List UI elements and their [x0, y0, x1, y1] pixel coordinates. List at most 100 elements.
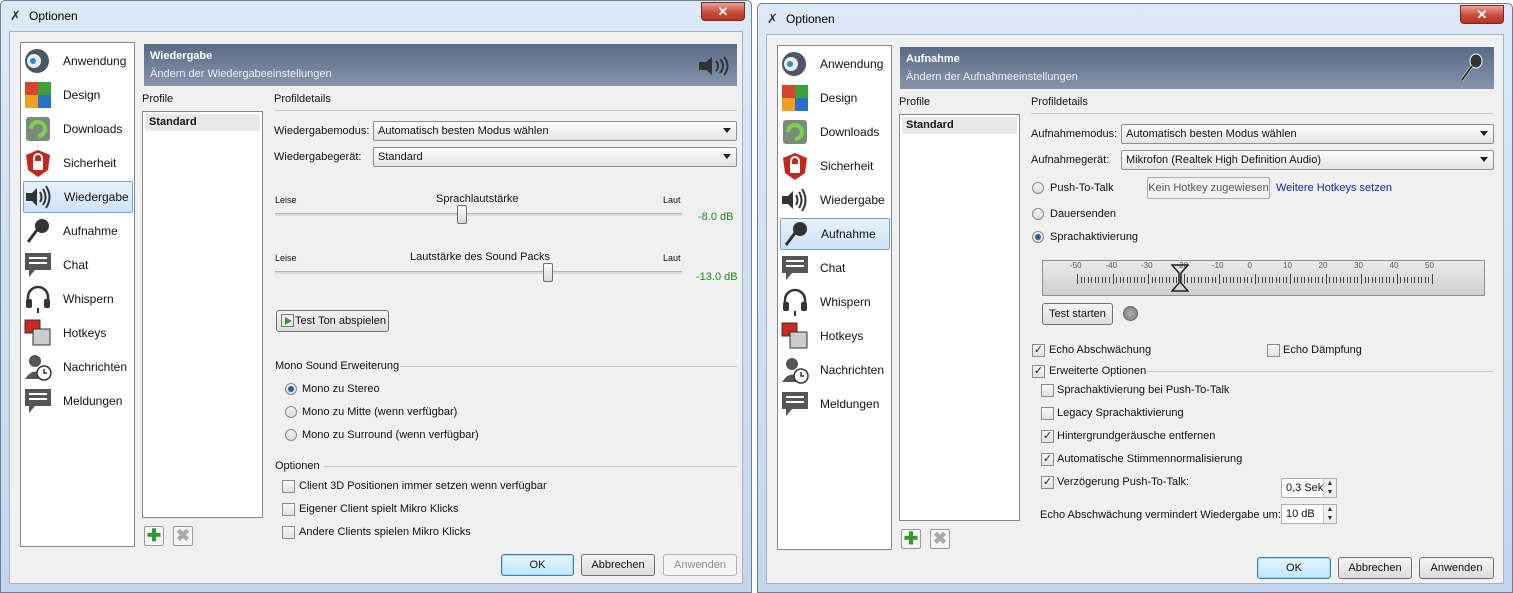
nav-item-design[interactable]: Design: [23, 79, 133, 111]
profile-item[interactable]: Standard: [902, 117, 1017, 134]
profile-list[interactable]: Standard: [899, 114, 1020, 521]
tools-icon: ✗: [10, 8, 21, 23]
assign-hotkey-button[interactable]: Kein Hotkey zugewiesen: [1147, 177, 1270, 199]
spin-arrows-icon[interactable]: ▲ ▼: [1323, 505, 1336, 523]
close-button[interactable]: ✕: [1460, 5, 1504, 24]
meter-tick: [1300, 277, 1302, 283]
voice-activation-meter[interactable]: -50 -40 -30 -20 -10 0 10 20 30 40 50: [1042, 260, 1485, 296]
dialog-body: Anwendung Design Downloads Sicherheit Wieder…: [9, 31, 743, 584]
mono-surround-radio[interactable]: [285, 429, 297, 441]
remove-profile-button[interactable]: ✖: [930, 529, 950, 549]
option-checkbox[interactable]: [282, 503, 295, 516]
push-to-talk-radio[interactable]: [1032, 182, 1044, 194]
more-hotkeys-link[interactable]: Weitere Hotkeys setzen: [1276, 182, 1392, 194]
nav-item-downloads[interactable]: Downloads: [780, 116, 890, 148]
voice-activation-label: Sprachaktivierung: [1050, 231, 1139, 243]
meter-tick: [1375, 277, 1377, 283]
meter-tick: [1197, 277, 1199, 283]
nav-item-label: Wiedergabe: [820, 193, 885, 207]
nav-item-downloads[interactable]: Downloads: [23, 113, 133, 145]
nav-item-chat[interactable]: Chat: [780, 252, 890, 284]
apply-button[interactable]: Anwenden: [663, 554, 737, 576]
echo-cancel-checkbox[interactable]: ✓: [1032, 344, 1045, 357]
nav-item-meldungen[interactable]: Meldungen: [780, 388, 890, 420]
test-start-button[interactable]: Test starten: [1042, 303, 1113, 325]
meter-tick: [1350, 277, 1352, 283]
title-bar[interactable]: ✗ Optionen ✕: [1, 1, 751, 31]
advanced-options-checkbox[interactable]: ✓: [1032, 365, 1045, 378]
nav-item-nachrichten[interactable]: Nachrichten: [23, 351, 133, 383]
test-sound-label: Test Ton abspielen: [295, 315, 386, 327]
nav-item-wiedergabe[interactable]: Wiedergabe: [23, 181, 133, 213]
section-header: Aufnahme Ändern der Aufnahmeeinstellunge…: [900, 47, 1494, 89]
echo-damp-checkbox[interactable]: [1267, 344, 1280, 357]
nav-item-sicherheit[interactable]: Sicherheit: [780, 150, 890, 182]
cancel-button[interactable]: Abbrechen: [1338, 557, 1412, 579]
nav-item-meldungen[interactable]: Meldungen: [23, 385, 133, 417]
slider1-left-label: Leise: [275, 195, 297, 205]
nav-item-whispern[interactable]: Whispern: [23, 283, 133, 315]
meter-tick: [1194, 277, 1196, 283]
advanced-option-checkbox[interactable]: ✓: [1041, 453, 1054, 466]
nav-item-chat[interactable]: Chat: [23, 249, 133, 281]
mode-select[interactable]: Automatisch besten Modus wählen: [373, 121, 737, 141]
device-select[interactable]: Mikrofon (Realtek High Definition Audio): [1121, 150, 1494, 170]
nav-item-sicherheit[interactable]: Sicherheit: [23, 147, 133, 179]
meter-tick: [1250, 277, 1252, 283]
apply-button[interactable]: Anwenden: [1419, 557, 1494, 579]
nav-item-design[interactable]: Design: [780, 82, 890, 114]
device-label: Wiedergabegerät:: [274, 151, 362, 163]
nav-item-anwendung[interactable]: Anwendung: [23, 45, 133, 77]
nav-item-aufnahme[interactable]: Aufnahme: [23, 215, 133, 247]
echo-reduce-spinbox[interactable]: 10 dB ▲ ▼: [1281, 504, 1337, 524]
title-bar[interactable]: ✗ Optionen ✕: [758, 4, 1512, 34]
nav-item-aufnahme[interactable]: Aufnahme: [780, 218, 890, 250]
continuous-radio[interactable]: [1032, 208, 1044, 220]
nav-item-whispern[interactable]: Whispern: [780, 286, 890, 318]
category-list[interactable]: Anwendung Design Downloads Sicherheit Wieder…: [777, 45, 892, 550]
add-profile-button[interactable]: ✚: [901, 529, 921, 549]
option-checkbox[interactable]: [282, 480, 295, 493]
advanced-option-checkbox[interactable]: ✓: [1041, 476, 1054, 489]
soundpack-volume-slider[interactable]: [542, 263, 553, 282]
threshold-marker-icon[interactable]: [1170, 263, 1190, 293]
spin-arrows-icon[interactable]: ▲ ▼: [1323, 479, 1336, 497]
meter-tick: [1219, 274, 1220, 284]
meter-tick: [1258, 277, 1260, 283]
play-icon: [281, 314, 294, 327]
test-sound-button[interactable]: Test Ton abspielen: [276, 310, 389, 332]
cancel-button[interactable]: Abbrechen: [581, 554, 655, 576]
remove-profile-button[interactable]: ✖: [173, 526, 193, 546]
option-checkbox[interactable]: [282, 526, 295, 539]
meter-tick: [1421, 277, 1423, 283]
nav-item-anwendung[interactable]: Anwendung: [780, 48, 890, 80]
meter-tick-label: 20: [1318, 261, 1328, 270]
mono-stereo-radio[interactable]: [285, 383, 297, 395]
profile-item[interactable]: Standard: [145, 114, 260, 131]
nav-item-hotkeys[interactable]: Hotkeys: [23, 317, 133, 349]
voice-volume-track: [275, 213, 682, 216]
category-list[interactable]: Anwendung Design Downloads Sicherheit Wieder…: [20, 42, 135, 547]
voice-activation-radio[interactable]: [1032, 231, 1044, 243]
advanced-option-checkbox[interactable]: [1041, 407, 1054, 420]
nav-item-label: Chat: [63, 258, 89, 272]
ok-button[interactable]: OK: [1257, 557, 1331, 579]
close-button[interactable]: ✕: [701, 2, 745, 21]
profile-list[interactable]: Standard: [142, 111, 263, 518]
advanced-option-checkbox[interactable]: [1041, 384, 1054, 397]
meter-tick: [1275, 277, 1277, 283]
device-select[interactable]: Standard: [373, 147, 737, 167]
nav-item-label: Anwendung: [820, 57, 884, 71]
ok-button[interactable]: OK: [501, 554, 574, 576]
mono-center-radio[interactable]: [285, 406, 297, 418]
nav-item-wiedergabe[interactable]: Wiedergabe: [780, 184, 890, 216]
nav-item-hotkeys[interactable]: Hotkeys: [780, 320, 890, 352]
echo-damp-label: Echo Dämpfung: [1283, 344, 1362, 356]
advanced-option-checkbox[interactable]: ✓: [1041, 430, 1054, 443]
voice-volume-slider[interactable]: [457, 205, 468, 224]
add-profile-button[interactable]: ✚: [144, 526, 164, 546]
nav-item-nachrichten[interactable]: Nachrichten: [780, 354, 890, 386]
profile-label: Profile: [899, 96, 931, 108]
mode-select[interactable]: Automatisch besten Modus wählen: [1121, 124, 1494, 144]
ptt-delay-spinbox[interactable]: 0,3 Sek ▲ ▼: [1281, 478, 1337, 498]
